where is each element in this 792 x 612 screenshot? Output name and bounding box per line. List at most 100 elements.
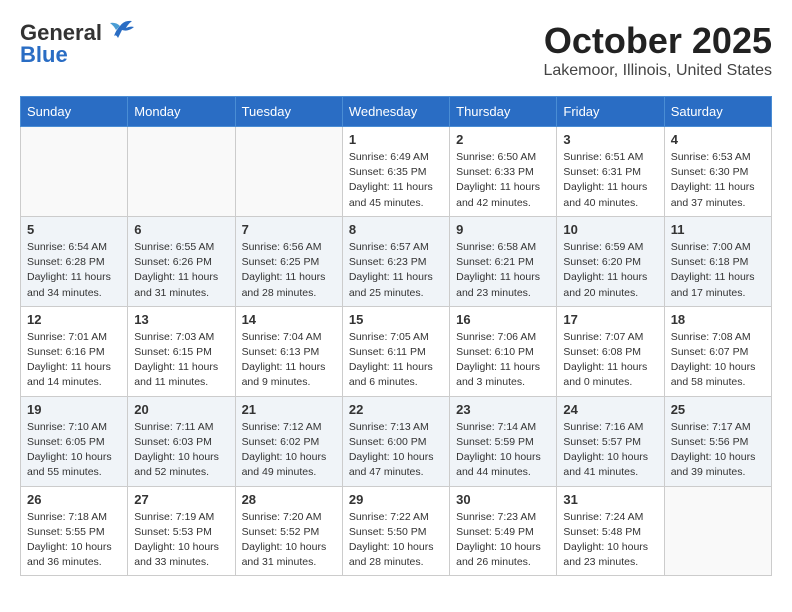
day-info: Sunrise: 6:59 AM Sunset: 6:20 PM Dayligh… [563, 240, 657, 301]
calendar-cell: 21 Sunrise: 7:12 AM Sunset: 6:02 PM Dayli… [235, 396, 342, 486]
day-info: Sunrise: 7:23 AM Sunset: 5:49 PM Dayligh… [456, 510, 550, 571]
day-info: Sunrise: 6:55 AM Sunset: 6:26 PM Dayligh… [134, 240, 228, 301]
calendar-cell: 8 Sunrise: 6:57 AM Sunset: 6:23 PM Daylig… [342, 216, 449, 306]
title-block: October 2025 Lakemoor, Illinois, United … [543, 20, 772, 80]
header-wednesday: Wednesday [342, 97, 449, 127]
day-info: Sunrise: 7:22 AM Sunset: 5:50 PM Dayligh… [349, 510, 443, 571]
day-number: 15 [349, 312, 443, 327]
day-number: 4 [671, 132, 765, 147]
day-number: 24 [563, 402, 657, 417]
calendar-cell: 26 Sunrise: 7:18 AM Sunset: 5:55 PM Dayli… [21, 486, 128, 576]
header-friday: Friday [557, 97, 664, 127]
day-number: 8 [349, 222, 443, 237]
calendar-cell: 20 Sunrise: 7:11 AM Sunset: 6:03 PM Dayli… [128, 396, 235, 486]
day-info: Sunrise: 7:11 AM Sunset: 6:03 PM Dayligh… [134, 420, 228, 481]
day-info: Sunrise: 7:04 AM Sunset: 6:13 PM Dayligh… [242, 330, 336, 391]
day-number: 2 [456, 132, 550, 147]
day-info: Sunrise: 6:51 AM Sunset: 6:31 PM Dayligh… [563, 150, 657, 211]
day-number: 6 [134, 222, 228, 237]
day-number: 23 [456, 402, 550, 417]
day-number: 25 [671, 402, 765, 417]
page-header: General Blue October 2025 Lakemoor, Illi… [20, 20, 772, 80]
day-number: 26 [27, 492, 121, 507]
calendar-cell: 22 Sunrise: 7:13 AM Sunset: 6:00 PM Dayli… [342, 396, 449, 486]
day-info: Sunrise: 6:53 AM Sunset: 6:30 PM Dayligh… [671, 150, 765, 211]
calendar-cell: 18 Sunrise: 7:08 AM Sunset: 6:07 PM Dayli… [664, 306, 771, 396]
day-info: Sunrise: 7:07 AM Sunset: 6:08 PM Dayligh… [563, 330, 657, 391]
calendar-cell: 28 Sunrise: 7:20 AM Sunset: 5:52 PM Dayli… [235, 486, 342, 576]
day-number: 9 [456, 222, 550, 237]
header-saturday: Saturday [664, 97, 771, 127]
calendar-cell: 9 Sunrise: 6:58 AM Sunset: 6:21 PM Daylig… [450, 216, 557, 306]
day-number: 31 [563, 492, 657, 507]
day-info: Sunrise: 7:08 AM Sunset: 6:07 PM Dayligh… [671, 330, 765, 391]
day-info: Sunrise: 7:18 AM Sunset: 5:55 PM Dayligh… [27, 510, 121, 571]
calendar-week-row: 19 Sunrise: 7:10 AM Sunset: 6:05 PM Dayli… [21, 396, 772, 486]
calendar-cell: 15 Sunrise: 7:05 AM Sunset: 6:11 PM Dayli… [342, 306, 449, 396]
calendar-week-row: 1Sunrise: 6:49 AM Sunset: 6:35 PM Daylig… [21, 127, 772, 217]
calendar-cell: 19 Sunrise: 7:10 AM Sunset: 6:05 PM Dayli… [21, 396, 128, 486]
day-info: Sunrise: 7:16 AM Sunset: 5:57 PM Dayligh… [563, 420, 657, 481]
day-number: 7 [242, 222, 336, 237]
calendar-cell: 7 Sunrise: 6:56 AM Sunset: 6:25 PM Daylig… [235, 216, 342, 306]
calendar-cell: 5Sunrise: 6:54 AM Sunset: 6:28 PM Daylig… [21, 216, 128, 306]
day-info: Sunrise: 6:58 AM Sunset: 6:21 PM Dayligh… [456, 240, 550, 301]
day-number: 10 [563, 222, 657, 237]
day-info: Sunrise: 6:56 AM Sunset: 6:25 PM Dayligh… [242, 240, 336, 301]
day-number: 12 [27, 312, 121, 327]
calendar-cell: 24 Sunrise: 7:16 AM Sunset: 5:57 PM Dayli… [557, 396, 664, 486]
day-number: 28 [242, 492, 336, 507]
calendar-cell: 16Sunrise: 7:06 AM Sunset: 6:10 PM Dayli… [450, 306, 557, 396]
day-info: Sunrise: 7:14 AM Sunset: 5:59 PM Dayligh… [456, 420, 550, 481]
location: Lakemoor, Illinois, United States [543, 62, 772, 80]
calendar-cell: 12Sunrise: 7:01 AM Sunset: 6:16 PM Dayli… [21, 306, 128, 396]
day-number: 21 [242, 402, 336, 417]
day-info: Sunrise: 7:05 AM Sunset: 6:11 PM Dayligh… [349, 330, 443, 391]
calendar-week-row: 12Sunrise: 7:01 AM Sunset: 6:16 PM Dayli… [21, 306, 772, 396]
day-info: Sunrise: 7:24 AM Sunset: 5:48 PM Dayligh… [563, 510, 657, 571]
logo-bird-icon [106, 18, 134, 40]
header-tuesday: Tuesday [235, 97, 342, 127]
calendar-cell: 4 Sunrise: 6:53 AM Sunset: 6:30 PM Daylig… [664, 127, 771, 217]
day-number: 22 [349, 402, 443, 417]
calendar-cell: 6 Sunrise: 6:55 AM Sunset: 6:26 PM Daylig… [128, 216, 235, 306]
day-number: 18 [671, 312, 765, 327]
day-info: Sunrise: 7:10 AM Sunset: 6:05 PM Dayligh… [27, 420, 121, 481]
day-number: 14 [242, 312, 336, 327]
day-info: Sunrise: 7:00 AM Sunset: 6:18 PM Dayligh… [671, 240, 765, 301]
day-number: 19 [27, 402, 121, 417]
calendar-cell: 30 Sunrise: 7:23 AM Sunset: 5:49 PM Dayli… [450, 486, 557, 576]
month-title: October 2025 [543, 20, 772, 62]
calendar: SundayMondayTuesdayWednesdayThursdayFrid… [20, 96, 772, 576]
calendar-cell: 1Sunrise: 6:49 AM Sunset: 6:35 PM Daylig… [342, 127, 449, 217]
day-info: Sunrise: 7:03 AM Sunset: 6:15 PM Dayligh… [134, 330, 228, 391]
day-number: 20 [134, 402, 228, 417]
logo: General Blue [20, 20, 134, 68]
calendar-cell: 29Sunrise: 7:22 AM Sunset: 5:50 PM Dayli… [342, 486, 449, 576]
day-info: Sunrise: 6:57 AM Sunset: 6:23 PM Dayligh… [349, 240, 443, 301]
day-info: Sunrise: 7:17 AM Sunset: 5:56 PM Dayligh… [671, 420, 765, 481]
calendar-cell: 25 Sunrise: 7:17 AM Sunset: 5:56 PM Dayli… [664, 396, 771, 486]
calendar-cell [128, 127, 235, 217]
day-number: 27 [134, 492, 228, 507]
day-number: 13 [134, 312, 228, 327]
calendar-week-row: 26 Sunrise: 7:18 AM Sunset: 5:55 PM Dayli… [21, 486, 772, 576]
calendar-cell [235, 127, 342, 217]
day-number: 3 [563, 132, 657, 147]
day-number: 1 [349, 132, 443, 147]
logo-blue: Blue [20, 42, 68, 68]
day-number: 11 [671, 222, 765, 237]
calendar-cell: 14 Sunrise: 7:04 AM Sunset: 6:13 PM Dayli… [235, 306, 342, 396]
day-info: Sunrise: 7:19 AM Sunset: 5:53 PM Dayligh… [134, 510, 228, 571]
day-number: 16 [456, 312, 550, 327]
calendar-cell: 27 Sunrise: 7:19 AM Sunset: 5:53 PM Dayli… [128, 486, 235, 576]
calendar-cell: 23 Sunrise: 7:14 AM Sunset: 5:59 PM Dayli… [450, 396, 557, 486]
day-info: Sunrise: 7:20 AM Sunset: 5:52 PM Dayligh… [242, 510, 336, 571]
day-number: 5 [27, 222, 121, 237]
calendar-cell: 31 Sunrise: 7:24 AM Sunset: 5:48 PM Dayli… [557, 486, 664, 576]
day-number: 30 [456, 492, 550, 507]
calendar-header-row: SundayMondayTuesdayWednesdayThursdayFrid… [21, 97, 772, 127]
day-info: Sunrise: 7:13 AM Sunset: 6:00 PM Dayligh… [349, 420, 443, 481]
calendar-cell: 3 Sunrise: 6:51 AM Sunset: 6:31 PM Daylig… [557, 127, 664, 217]
day-info: Sunrise: 7:12 AM Sunset: 6:02 PM Dayligh… [242, 420, 336, 481]
